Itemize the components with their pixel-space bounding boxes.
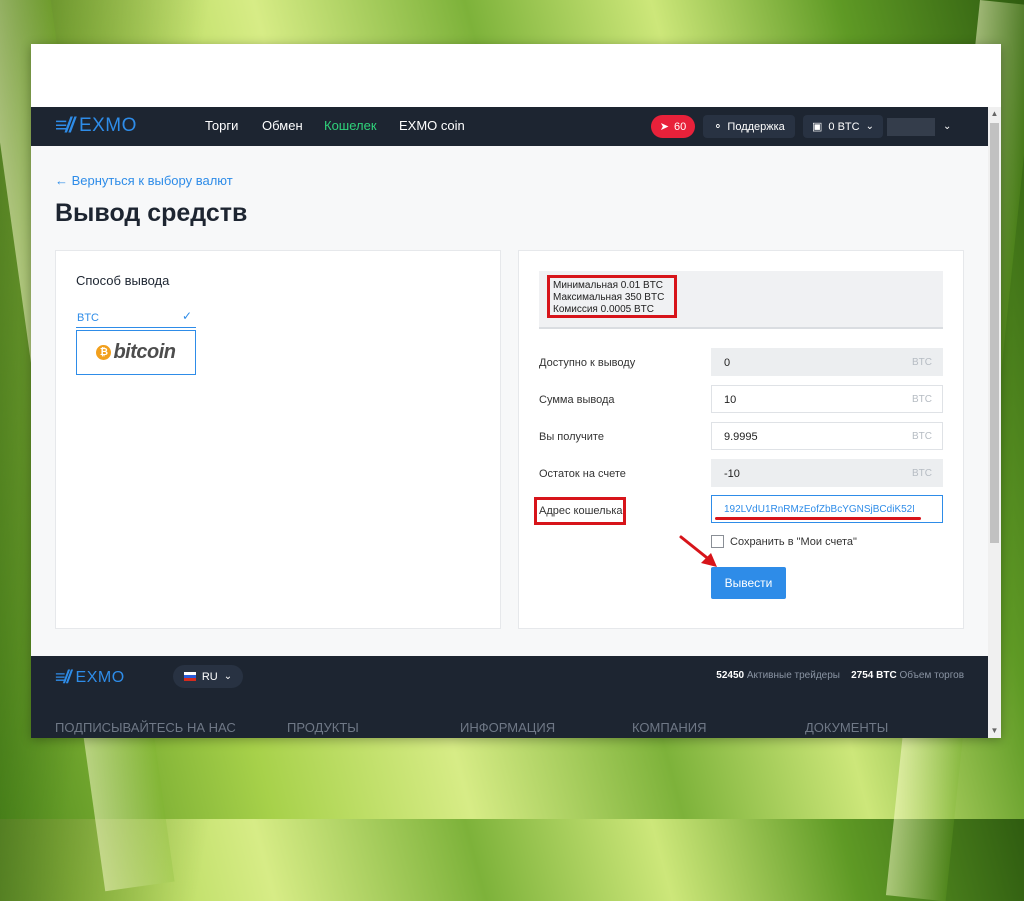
notifications-count: 60 — [673, 120, 687, 133]
limits-info: Минимальная 0.01 BTC Максимальная 350 BT… — [539, 271, 943, 329]
bitcoin-logo-text: bitcoin — [113, 341, 176, 363]
balance-value: 0 BTC — [828, 120, 860, 133]
volume-label: Объем торгов — [899, 670, 964, 681]
user-name-redacted — [887, 117, 935, 136]
chevron-down-icon: ⌄ — [865, 121, 874, 132]
language-code: RU — [201, 670, 218, 683]
page-title: Вывод средств — [55, 199, 248, 227]
amount-unit: BTC — [912, 394, 932, 405]
remainder-label: Остаток на счете — [539, 468, 626, 480]
withdraw-method-card: Способ вывода BTC ✓ ₿ bitcoin — [55, 250, 501, 629]
check-icon: ✓ — [182, 309, 193, 323]
window-blank-area — [31, 44, 1001, 107]
traders-count: 52450 — [716, 670, 745, 681]
exmo-logo[interactable]: ≡// EXMO — [55, 114, 137, 137]
scroll-up-icon[interactable]: ▲ — [988, 107, 1001, 121]
withdraw-submit-button[interactable]: Вывести — [711, 567, 786, 599]
available-label: Доступно к выводу — [539, 357, 636, 369]
receive-label: Вы получите — [539, 431, 604, 443]
remainder-field: -10 BTC — [711, 459, 943, 487]
method-underline — [76, 327, 196, 328]
nav-link-trading[interactable]: Торги — [205, 118, 238, 133]
chevron-down-icon: ⌄ — [223, 671, 233, 682]
footer-col-subscribe[interactable]: ПОДПИСЫВАЙТЕСЬ НА НАС — [55, 720, 236, 735]
remainder-unit: BTC — [912, 468, 932, 479]
notifications-button[interactable]: ➤ 60 — [651, 115, 695, 138]
chevron-down-icon: ⌄ — [943, 121, 952, 132]
balance-dropdown[interactable]: ▣ 0 BTC ⌄ — [803, 115, 883, 138]
bitcoin-icon: ₿ — [96, 345, 112, 360]
exmo-logo-icon: ≡// — [55, 667, 71, 687]
bitcoin-method-option[interactable]: ₿ bitcoin — [76, 330, 196, 375]
amount-label: Сумма вывода — [539, 394, 615, 406]
scroll-thumb[interactable] — [990, 123, 999, 543]
footer-logo-text: EXMO — [75, 668, 125, 686]
vertical-scrollbar[interactable]: ▲ ▼ — [988, 107, 1001, 738]
wallet-icon: ▣ — [812, 121, 823, 133]
highlight-box-limits — [547, 275, 677, 318]
footer-col-company[interactable]: КОМПАНИЯ — [632, 720, 707, 735]
available-unit: BTC — [912, 357, 932, 368]
scroll-down-icon[interactable]: ▼ — [988, 724, 1001, 738]
withdraw-form-card: Минимальная 0.01 BTC Максимальная 350 BT… — [518, 250, 964, 629]
footer: ≡// EXMO RU ⌄ 52450 Активные трейдеры 27… — [31, 656, 988, 738]
support-button[interactable]: ⚬ Поддержка — [703, 115, 795, 138]
available-value: 0 — [724, 357, 731, 369]
russia-flag-icon — [183, 672, 196, 681]
footer-stats: 52450 Активные трейдеры 2754 BTC Объем т… — [716, 670, 964, 681]
footer-col-documents[interactable]: ДОКУМЕНТЫ — [805, 720, 888, 735]
save-to-accounts-checkbox[interactable]: Сохранить в "Мои счета" — [711, 535, 857, 548]
back-link[interactable]: ← Вернуться к выбору валют — [55, 173, 233, 188]
traders-label: Активные трейдеры — [746, 670, 840, 681]
support-label: Поддержка — [727, 120, 785, 133]
logo-text: EXMO — [78, 115, 137, 136]
nav-link-wallet[interactable]: Кошелек — [324, 118, 377, 133]
footer-logo[interactable]: ≡// EXMO — [55, 667, 125, 688]
amount-input[interactable]: 10 BTC — [711, 385, 943, 413]
receive-input[interactable]: 9.9995 BTC — [711, 422, 943, 450]
available-field: 0 BTC — [711, 348, 943, 376]
language-selector[interactable]: RU ⌄ — [173, 665, 243, 688]
browser-window: ≡// EXMO Торги Обмен Кошелек EXMO coin ➤… — [31, 44, 1001, 738]
back-link-label: Вернуться к выбору валют — [71, 173, 233, 188]
arrow-left-icon: ← — [55, 173, 68, 188]
nav-link-exchange[interactable]: Обмен — [262, 118, 303, 133]
receive-unit: BTC — [912, 431, 932, 442]
amount-value: 10 — [724, 394, 737, 406]
wallet-address-value: 192LVdU1RnRMzEofZbBcYGNSjBCdiK52MF — [724, 504, 914, 515]
top-nav: ≡// EXMO Торги Обмен Кошелек EXMO coin ➤… — [31, 107, 988, 146]
nav-link-exmo-coin[interactable]: EXMO coin — [399, 118, 465, 133]
highlight-underline-address — [715, 517, 921, 520]
receive-value: 9.9995 — [724, 431, 758, 443]
exmo-logo-icon: ≡// — [55, 114, 75, 137]
megaphone-icon: ➤ — [659, 121, 669, 133]
chat-icon: ⚬ — [713, 121, 723, 133]
footer-col-products[interactable]: ПРОДУКТЫ — [287, 720, 359, 735]
method-heading: Способ вывода — [76, 273, 170, 288]
exmo-page: ≡// EXMO Торги Обмен Кошелек EXMO coin ➤… — [31, 107, 988, 738]
footer-col-info[interactable]: ИНФОРМАЦИЯ — [460, 720, 555, 735]
volume-value: 2754 BTC — [851, 670, 897, 681]
footer-columns: ПОДПИСЫВАЙТЕСЬ НА НАС ПРОДУКТЫ ИНФОРМАЦИ… — [55, 720, 955, 735]
save-label: Сохранить в "Мои счета" — [730, 535, 857, 548]
remainder-value: -10 — [724, 468, 740, 480]
highlight-box-address — [534, 497, 626, 525]
method-currency: BTC — [77, 312, 99, 324]
user-menu[interactable]: ⌄ — [887, 115, 969, 138]
